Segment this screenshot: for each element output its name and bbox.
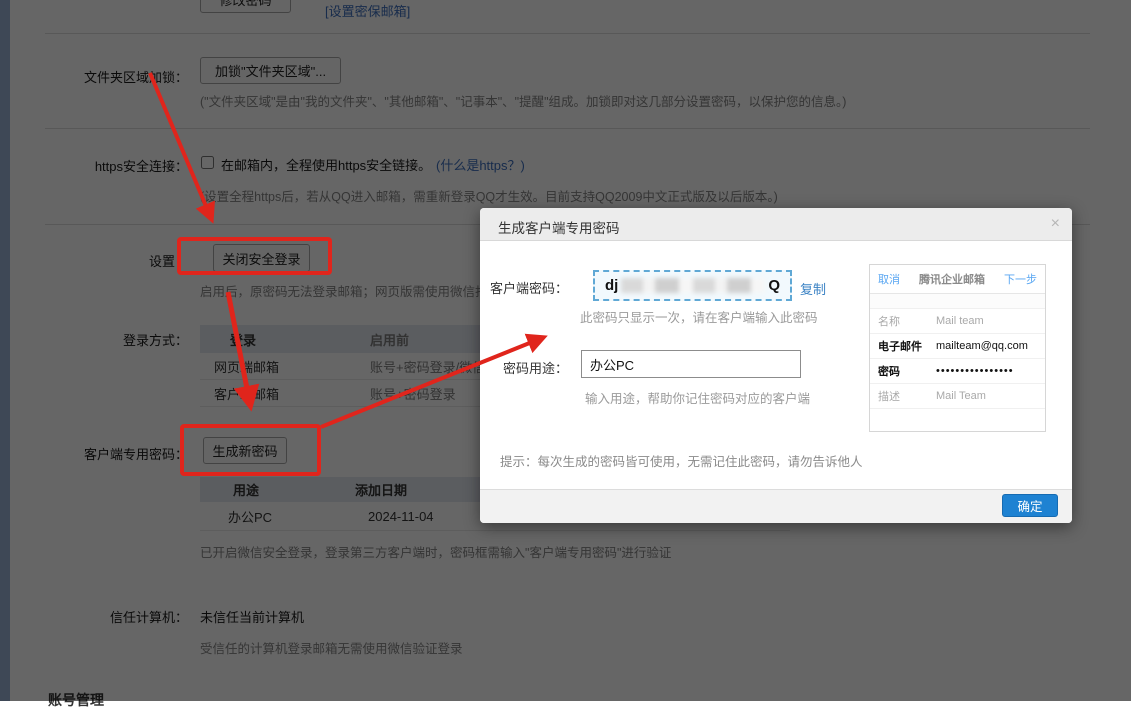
generated-password-box: dj Q	[593, 270, 792, 301]
ios-mail-setup-illustration: 取消 腾讯企业邮箱 下一步 名称 Mail team 电子邮件 mailteam…	[869, 264, 1046, 432]
client-password-field-label: 客户端密码：	[480, 278, 568, 297]
ios-field-row: 名称 Mail team	[870, 309, 1045, 334]
usage-field-label: 密码用途：	[480, 358, 568, 377]
ios-field-row: 描述 Mail Team	[870, 384, 1045, 409]
password-hint: 此密码只显示一次，请在客户端输入此密码	[580, 307, 818, 326]
password-redacted-blur	[621, 278, 765, 293]
ios-field-label: 电子邮件	[878, 338, 936, 354]
ios-nav-bar: 取消 腾讯企业邮箱 下一步	[870, 265, 1045, 294]
generate-client-password-dialog: 生成客户端专用密码 × 客户端密码： dj Q 复制 此密码只显示一次，请在客户…	[480, 208, 1072, 523]
ios-field-value: Mail Team	[936, 390, 986, 402]
ios-next-label: 下一步	[1004, 271, 1037, 287]
usage-hint: 输入用途，帮助你记住密码对应的客户端	[585, 388, 810, 407]
ios-cancel-label: 取消	[878, 271, 900, 287]
close-icon[interactable]: ×	[1051, 215, 1060, 233]
password-prefix: dj	[605, 277, 618, 294]
copy-password-link[interactable]: 复制	[800, 279, 826, 298]
ios-field-label: 描述	[878, 388, 936, 404]
password-suffix: Q	[768, 277, 780, 294]
ios-nav-title: 腾讯企业邮箱	[919, 271, 985, 287]
ios-field-row: 密码 ••••••••••••••••	[870, 359, 1045, 384]
ios-field-row: 电子邮件 mailteam@qq.com	[870, 334, 1045, 359]
dialog-footer	[480, 489, 1072, 523]
ios-field-label: 名称	[878, 313, 936, 329]
confirm-button[interactable]: 确定	[1002, 494, 1058, 517]
ios-field-value: ••••••••••••••••	[936, 365, 1014, 377]
ios-field-value: Mail team	[936, 315, 984, 327]
usage-input[interactable]	[581, 350, 801, 378]
dialog-tip: 提示：每次生成的密码皆可使用，无需记住此密码，请勿告诉他人	[500, 451, 863, 470]
dialog-header: 生成客户端专用密码 ×	[480, 208, 1072, 241]
ios-field-label: 密码	[878, 363, 936, 379]
ios-field-value: mailteam@qq.com	[936, 340, 1028, 352]
dialog-title: 生成客户端专用密码	[498, 217, 620, 237]
ios-spacer	[870, 294, 1045, 309]
